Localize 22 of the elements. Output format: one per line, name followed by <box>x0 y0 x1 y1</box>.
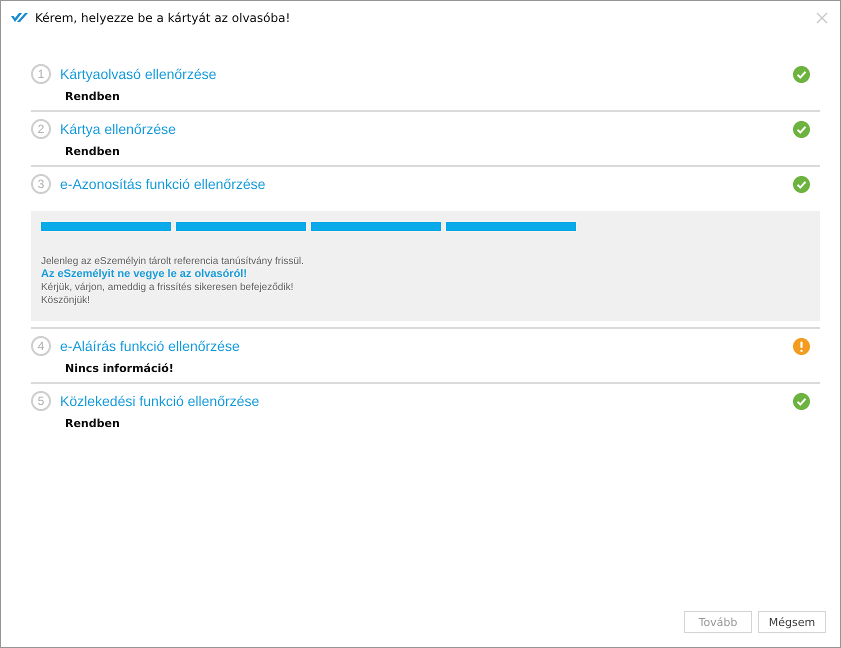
close-icon[interactable] <box>816 12 828 24</box>
step-number: 2 <box>31 119 51 139</box>
step-result: Rendben <box>65 90 121 103</box>
window-title: Kérem, helyezze be a kártyát az olvasóba! <box>35 11 292 25</box>
step-title: e-Azonosítás funkció ellenőrzése <box>60 176 266 192</box>
info-text: Jelenleg az eSzemélyin tárolt referencia tanúsítvány frissül. <box>41 255 305 268</box>
info-text: Kérjük, várjon, ameddig a frissítés sikeresen befejeződik! <box>41 281 294 294</box>
step-title: e-Aláírás funkció ellenőrzése <box>60 338 241 354</box>
step-number: 4 <box>31 336 51 356</box>
step-result: Rendben <box>65 145 121 158</box>
step-result: Nincs információ! <box>65 362 175 375</box>
step-result: Rendben <box>65 417 121 430</box>
step-number: 3 <box>31 174 51 194</box>
cancel-button[interactable]: Mégsem <box>758 611 826 633</box>
step-number: 1 <box>31 64 51 84</box>
step-title: Közlekedési funkció ellenőrzése <box>60 393 260 409</box>
warning-text: Az eSzemélyit ne vegye le az olvasóról! <box>41 268 248 281</box>
step-title: Kártyaolvasó ellenőrzése <box>60 66 218 82</box>
step-number: 5 <box>31 391 51 411</box>
info-text: Köszönjük! <box>41 294 91 307</box>
step-title: Kártya ellenőrzése <box>60 121 177 137</box>
double-check-icon <box>11 12 29 24</box>
